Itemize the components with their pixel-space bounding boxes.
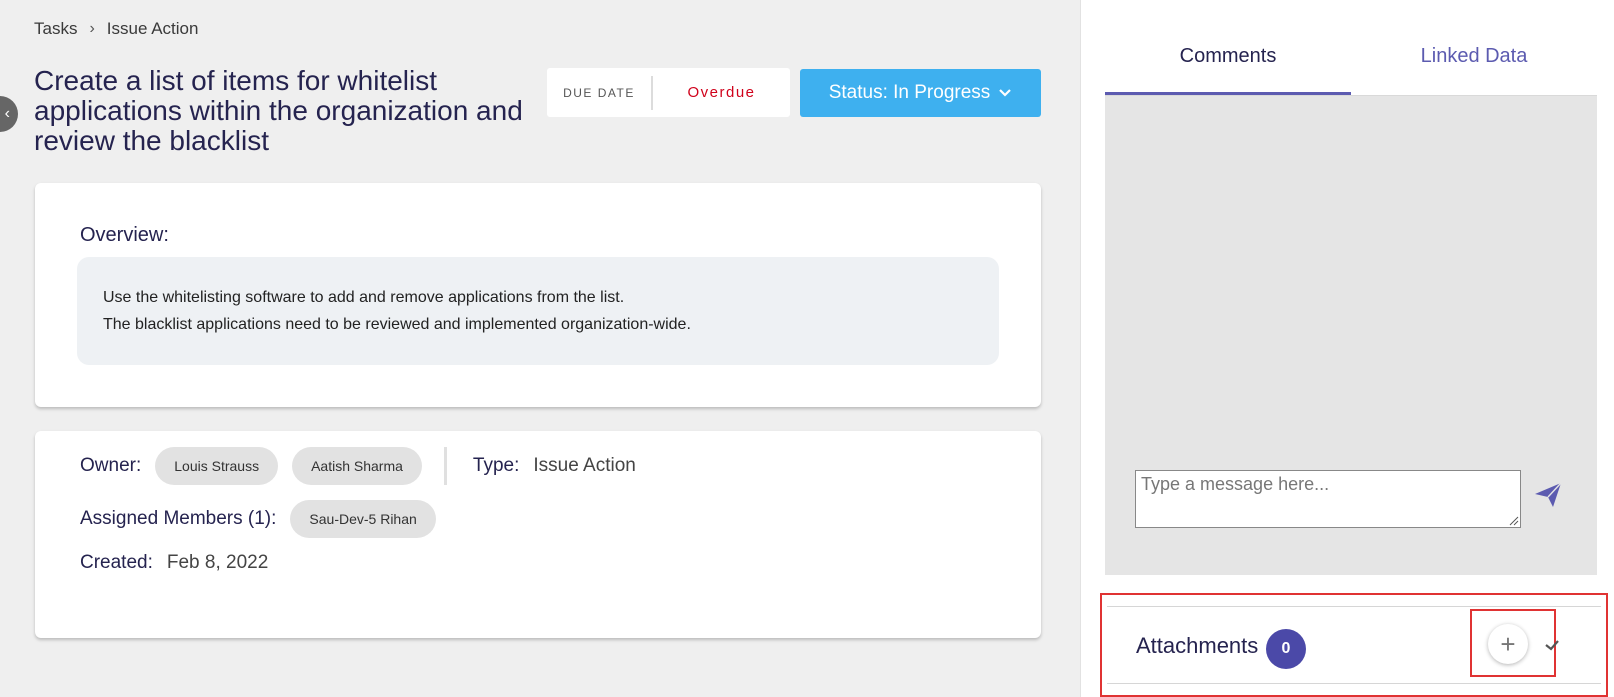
check-chevron-icon[interactable] — [1542, 635, 1562, 655]
overview-title: Overview: — [80, 224, 169, 246]
comments-panel: Comments Linked Data Attachments 0 + — [1080, 0, 1614, 697]
attachments-divider — [1107, 683, 1601, 684]
tab-comments[interactable]: Comments — [1105, 30, 1351, 95]
meta-divider — [443, 447, 447, 485]
owner-row: Owner: Louis Strauss Aatish Sharma Type:… — [80, 447, 636, 485]
breadcrumb: Tasks › Issue Action — [34, 19, 198, 39]
assigned-label: Assigned Members (1): — [80, 508, 277, 529]
owner-chip[interactable]: Aatish Sharma — [292, 447, 422, 485]
add-attachment-button[interactable]: + — [1488, 624, 1528, 664]
overview-line: Use the whitelisting software to add and… — [103, 289, 625, 306]
attachments-section: Attachments 0 + — [1100, 593, 1608, 697]
task-meta-card: Owner: Louis Strauss Aatish Sharma Type:… — [35, 431, 1041, 638]
plus-icon: + — [1500, 628, 1516, 659]
attachments-label: Attachments — [1136, 633, 1259, 658]
task-title: Create a list of items for whitelist app… — [34, 65, 523, 156]
breadcrumb-item-tasks[interactable]: Tasks — [34, 19, 77, 39]
attachments-count-badge: 0 — [1266, 629, 1306, 669]
assigned-member-chip[interactable]: Sau-Dev-5 Rihan — [290, 500, 436, 538]
status-dropdown-button[interactable]: Status: In Progress — [800, 69, 1041, 117]
tab-linked-data[interactable]: Linked Data — [1351, 30, 1597, 95]
owner-chip[interactable]: Louis Strauss — [155, 447, 279, 485]
back-button[interactable]: ‹ — [0, 96, 18, 132]
chevron-down-icon — [999, 89, 1012, 97]
overview-card: Overview: Use the whitelisting software … — [35, 183, 1041, 407]
send-icon[interactable] — [1533, 480, 1563, 510]
type-value: Issue Action — [533, 455, 636, 476]
type-label: Type: — [472, 455, 520, 476]
due-date-label: DUE DATE — [563, 85, 635, 100]
comments-thread — [1105, 96, 1597, 575]
due-date-value: Overdue — [687, 84, 756, 101]
message-input[interactable] — [1135, 470, 1521, 528]
chevron-left-icon: ‹ — [4, 105, 10, 122]
breadcrumb-item-current: Issue Action — [106, 19, 199, 38]
overview-line: The blacklist applications need to be re… — [103, 316, 691, 333]
chevron-right-icon: › — [89, 20, 95, 37]
overview-description: Use the whitelisting software to add and… — [77, 257, 999, 365]
task-detail-panel: Tasks › Issue Action ‹ Create a list of … — [0, 0, 1080, 697]
attachments-divider — [1107, 606, 1601, 607]
assigned-row: Assigned Members (1): Sau-Dev-5 Rihan — [80, 500, 436, 538]
created-value: Feb 8, 2022 — [166, 552, 269, 573]
status-label: Status: In Progress — [828, 82, 991, 103]
due-date-box: DUE DATE Overdue — [547, 68, 790, 117]
created-row: Created: Feb 8, 2022 — [80, 552, 268, 574]
owner-label: Owner: — [80, 455, 142, 476]
panel-tabs: Comments Linked Data — [1105, 30, 1597, 96]
created-label: Created: — [80, 552, 153, 573]
